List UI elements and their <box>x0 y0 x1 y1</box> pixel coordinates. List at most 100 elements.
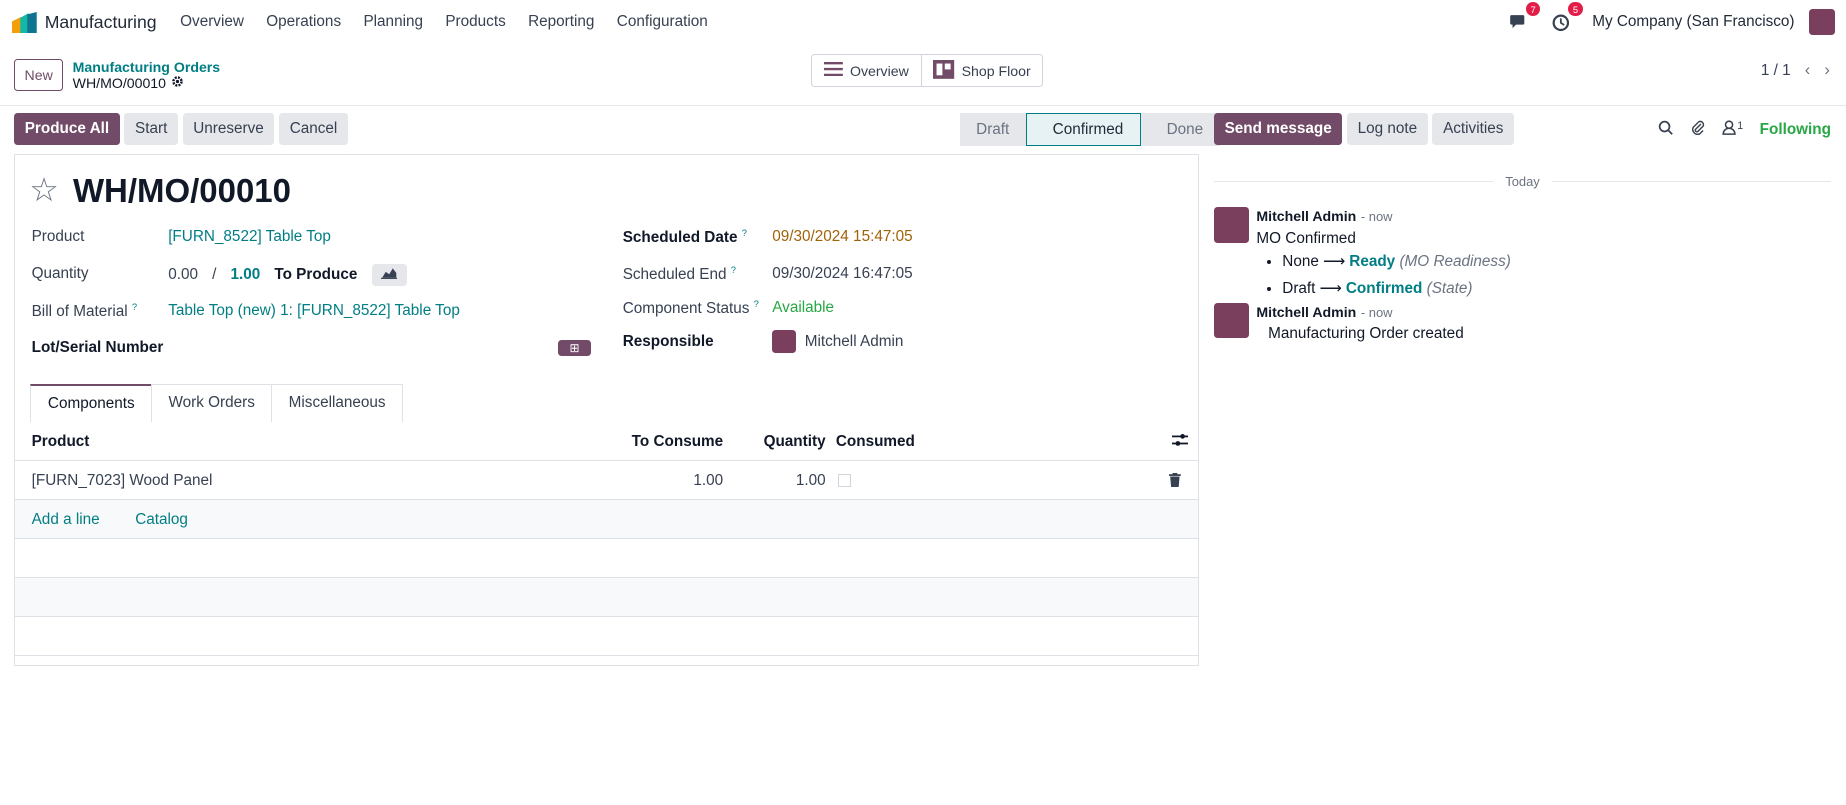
produce-all-button[interactable]: Produce All <box>14 113 120 146</box>
add-line-link[interactable]: Add a line <box>32 511 100 529</box>
help-icon[interactable]: ? <box>132 301 137 312</box>
message-item: Mitchell Admin - now MO Confirmed None ⟶… <box>1214 207 1511 304</box>
activities-badge: 5 <box>1568 2 1583 16</box>
pager-value[interactable]: 1 / 1 <box>1761 62 1791 80</box>
message-author[interactable]: Mitchell Admin <box>1256 208 1356 224</box>
empty-row <box>15 539 1198 578</box>
followers-count: 1 <box>1737 119 1744 132</box>
responsible-avatar <box>772 329 796 354</box>
row-quantity[interactable]: 1.00 <box>796 472 826 490</box>
pager: 1 / 1 ‹ › <box>1761 61 1830 80</box>
message-author[interactable]: Mitchell Admin <box>1256 304 1356 320</box>
start-button[interactable]: Start <box>124 113 178 146</box>
record-title: WH/MO/00010 <box>72 171 291 209</box>
bom-field[interactable]: Table Top (new) 1: [FURN_8522] Table Top <box>168 302 460 319</box>
table-header: Product To Consume Quantity Consumed <box>15 423 1198 462</box>
tab-work-orders[interactable]: Work Orders <box>150 383 273 423</box>
action-buttons: Produce All Start Unreserve Cancel <box>14 113 348 146</box>
arrow-right-icon: ⟶ <box>1323 253 1350 271</box>
company-switcher[interactable]: My Company (San Francisco) <box>1592 13 1794 31</box>
menu-configuration[interactable]: Configuration <box>617 13 708 31</box>
followers-button[interactable]: 1 <box>1722 120 1743 140</box>
row-product[interactable]: [FURN_7023] Wood Panel <box>32 472 213 490</box>
message-avatar[interactable] <box>1214 302 1250 338</box>
activities-clock-icon[interactable]: 5 <box>1550 2 1583 33</box>
consumed-checkbox[interactable] <box>838 474 852 492</box>
message-time: - now <box>1360 209 1393 225</box>
forecast-button[interactable] <box>371 263 407 287</box>
scheduled-date-field[interactable]: 09/30/2024 15:47:05 <box>772 228 912 245</box>
tab-components[interactable]: Components <box>30 383 153 423</box>
manufacturing-app-icon[interactable] <box>11 11 38 33</box>
lot-serial-label: Lot/Serial Number <box>31 338 164 356</box>
following-button[interactable]: Following <box>1760 121 1831 139</box>
star-icon[interactable]: ☆ <box>29 173 59 207</box>
component-status-value: Available <box>772 298 835 316</box>
message-text: Manufacturing Order created <box>1268 325 1464 343</box>
list-icon <box>824 62 843 79</box>
menu-operations[interactable]: Operations <box>266 13 341 31</box>
scheduled-end-field[interactable]: 09/30/2024 16:47:05 <box>772 265 912 282</box>
row-to-consume[interactable]: 1.00 <box>693 472 723 490</box>
help-icon[interactable]: ? <box>742 227 747 238</box>
status-draft[interactable]: Draft <box>959 113 1026 146</box>
product-field[interactable]: [FURN_8522] Table Top <box>168 228 331 245</box>
unreserve-button[interactable]: Unreserve <box>182 113 275 146</box>
gear-icon[interactable] <box>171 75 184 91</box>
trash-icon[interactable] <box>1169 473 1182 492</box>
app-title[interactable]: Manufacturing <box>45 12 157 33</box>
user-icon <box>1722 119 1736 140</box>
tracking-new-value: Ready <box>1349 253 1396 271</box>
pager-next-icon[interactable]: › <box>1824 61 1829 80</box>
quantity-total[interactable]: 1.00 <box>230 266 260 284</box>
tracking-new-value: Confirmed <box>1345 279 1423 297</box>
to-produce-label: To Produce <box>274 265 358 283</box>
product-label: Product <box>31 228 85 246</box>
cancel-button[interactable]: Cancel <box>279 113 348 146</box>
today-label: Today <box>1493 174 1552 190</box>
breadcrumb: Manufacturing Orders WH/MO/00010 <box>73 59 221 91</box>
help-icon[interactable]: ? <box>754 298 759 309</box>
quantity-produced[interactable]: 0.00 <box>168 266 198 284</box>
header-product[interactable]: Product <box>32 433 90 451</box>
header-quantity[interactable]: Quantity <box>764 433 826 451</box>
column-settings-icon[interactable] <box>1171 432 1189 453</box>
tracking-old-value: Draft <box>1282 279 1316 297</box>
tracking-list: None ⟶ Ready (MO Readiness) Draft ⟶ Conf… <box>1282 252 1511 297</box>
header-consumed[interactable]: Consumed <box>836 433 915 451</box>
generate-serial-button[interactable]: ⊞ <box>557 339 591 357</box>
tab-miscellaneous[interactable]: Miscellaneous <box>271 383 404 423</box>
menu-planning[interactable]: Planning <box>363 13 423 31</box>
menu-reporting[interactable]: Reporting <box>528 13 594 31</box>
breadcrumb-parent[interactable]: Manufacturing Orders <box>73 59 221 75</box>
table-row[interactable]: [FURN_7023] Wood Panel 1.00 1.00 <box>15 461 1198 501</box>
log-note-button[interactable]: Log note <box>1347 113 1428 146</box>
status-confirmed[interactable]: Confirmed <box>1025 113 1141 146</box>
paperclip-icon[interactable] <box>1690 119 1705 140</box>
search-icon[interactable] <box>1658 120 1674 140</box>
new-button[interactable]: New <box>14 58 64 91</box>
status-done[interactable]: Done <box>1140 113 1220 146</box>
components-table: Product To Consume Quantity Consumed [FU… <box>15 423 1198 656</box>
table-add-row: Add a line Catalog <box>15 500 1198 540</box>
catalog-link[interactable]: Catalog <box>135 511 188 529</box>
header-to-consume[interactable]: To Consume <box>632 433 724 451</box>
shop-floor-button[interactable]: Shop Floor <box>920 55 1043 87</box>
pager-previous-icon[interactable]: ‹ <box>1805 61 1810 80</box>
tracking-item: None ⟶ Ready (MO Readiness) <box>1282 252 1511 271</box>
user-avatar[interactable] <box>1808 9 1835 36</box>
message-time: - now <box>1360 304 1393 320</box>
shop-floor-icon <box>933 59 955 82</box>
menu-products[interactable]: Products <box>445 13 505 31</box>
message-avatar[interactable] <box>1214 207 1250 243</box>
arrow-right-icon: ⟶ <box>1319 279 1346 297</box>
help-icon[interactable]: ? <box>731 264 736 275</box>
component-status-label: Component Status <box>622 299 750 317</box>
send-message-button[interactable]: Send message <box>1214 113 1343 146</box>
tracking-old-value: None <box>1282 253 1319 271</box>
overview-view-button[interactable]: Overview <box>812 55 920 86</box>
messages-icon[interactable]: 7 <box>1507 2 1541 33</box>
menu-overview[interactable]: Overview <box>180 13 244 31</box>
activities-button[interactable]: Activities <box>1432 113 1515 146</box>
responsible-field[interactable]: Mitchell Admin <box>805 332 904 349</box>
